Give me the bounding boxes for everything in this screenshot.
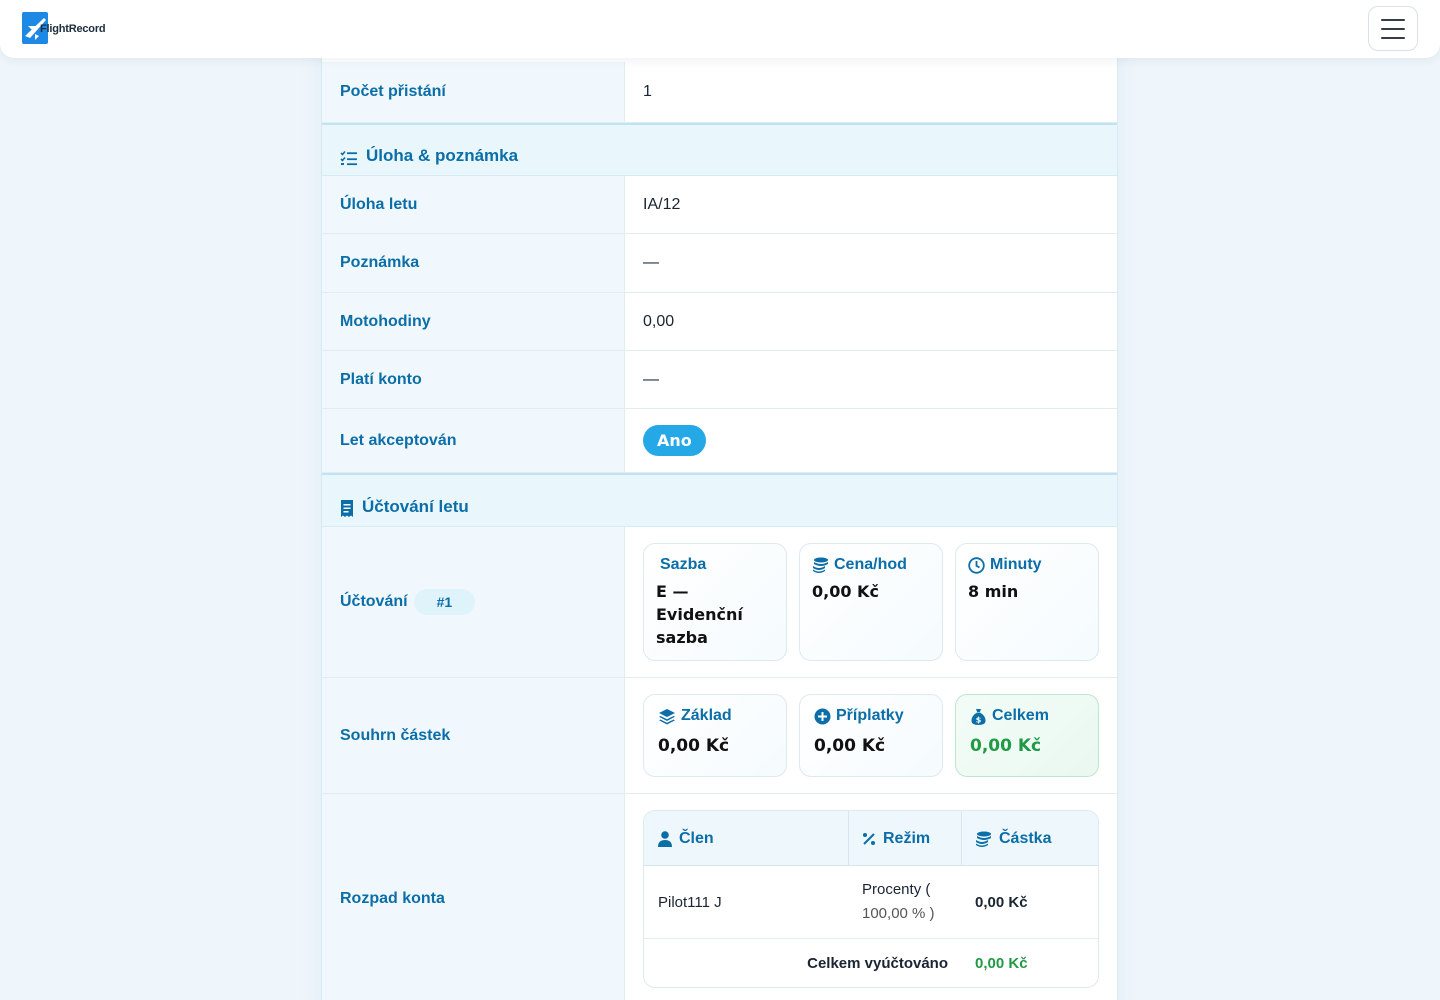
section-title: Účtování letu [362, 497, 469, 516]
mode-cell-line1: Procenty ( [862, 881, 931, 898]
mode-cell-line2: 100,00 % ) [862, 905, 935, 922]
note-label: Poznámka [322, 234, 625, 292]
price-per-hour-value: 0,00 Kč [812, 582, 879, 601]
note-value: — [643, 254, 659, 271]
brand-link[interactable]: FlightRecord [22, 12, 106, 44]
section-task-note: Úloha & poznámka [322, 123, 1117, 176]
breakdown-label: Rozpad konta [322, 794, 625, 1000]
total-label: Celkem [992, 707, 1049, 724]
breakdown-table: Člen Režim Částka Pilot111 J Procenty (… [643, 810, 1099, 988]
billed-total-value: 0,00 Kč [975, 955, 1028, 972]
surcharges-label: Příplatky [836, 707, 904, 724]
section-billing: Účtování letu [322, 473, 1117, 527]
row-engine-hours: Motohodiny 0,00 [322, 293, 1117, 351]
section-title: Úloha & poznámka [366, 146, 519, 165]
menu-toggle-button[interactable] [1368, 6, 1418, 51]
money-bag-icon: $ [971, 708, 986, 725]
row-summary: Souhrn částek Základ 0,00 Kč Příplatky 0… [322, 678, 1117, 794]
row-task: Úloha letu IA/12 [322, 176, 1117, 234]
billed-total-label: Celkem vyúčtováno [807, 955, 948, 972]
amount-column-header[interactable]: Částka [975, 811, 1051, 866]
breakdown-table-header: Člen Režim Částka [644, 811, 1098, 866]
coins-icon [976, 831, 991, 847]
user-icon [658, 830, 672, 847]
table-row: Pilot111 J Procenty ( 100,00 % ) 0,00 Kč [644, 866, 1098, 939]
mode-column-header[interactable]: Režim [862, 811, 930, 866]
task-label: Úloha letu [322, 176, 625, 233]
coins-icon [813, 557, 828, 573]
layers-icon [659, 708, 675, 724]
list-check-icon [340, 150, 357, 166]
row-landings: Počet přistání 1 [322, 62, 1117, 123]
rate-tile: Sazba E — Evidenční sazba [643, 543, 787, 661]
price-per-hour-label: Cena/hod [834, 556, 907, 573]
minutes-tile: Minuty 8 min [955, 543, 1099, 661]
rate-value: E — Evidenční sazba [656, 582, 743, 647]
receipt-icon [341, 500, 353, 517]
price-per-hour-tile: Cena/hod 0,00 Kč [799, 543, 943, 661]
svg-text:$: $ [976, 715, 982, 724]
base-value: 0,00 Kč [658, 736, 730, 756]
engine-hours-label: Motohodiny [322, 293, 625, 350]
total-tile: $ Celkem 0,00 Kč [955, 694, 1099, 777]
minutes-label: Minuty [990, 556, 1042, 573]
surcharges-value: 0,00 Kč [814, 736, 886, 756]
billing-number-badge: #1 [413, 589, 476, 615]
navbar: FlightRecord [0, 0, 1440, 58]
minutes-value: 8 min [968, 582, 1019, 601]
clock-icon [968, 556, 985, 574]
summary-label: Souhrn částek [322, 678, 625, 793]
amount-cell: 0,00 Kč [975, 894, 1028, 911]
member-column-header[interactable]: Člen [658, 811, 714, 866]
landings-value: 1 [643, 83, 652, 100]
row-billing: Účtování #1 Sazba E — Evidenční sazba Ce… [322, 527, 1117, 678]
paying-account-value: — [643, 370, 659, 388]
row-note: Poznámka — [322, 234, 1117, 293]
breakdown-total-row: Celkem vyúčtováno 0,00 Kč [644, 939, 1098, 987]
landings-label: Počet přistání [322, 62, 625, 122]
engine-hours-value: 0,00 [643, 312, 675, 330]
percent-icon [863, 832, 875, 845]
surcharges-tile: Příplatky 0,00 Kč [799, 694, 943, 777]
base-label: Základ [681, 707, 732, 724]
hamburger-icon [1381, 18, 1405, 21]
base-tile: Základ 0,00 Kč [643, 694, 787, 777]
billing-label: Účtování [340, 593, 408, 610]
flight-detail-card: Počet přistání 1 Úloha & poznámka Úloha … [321, 40, 1118, 1000]
accepted-badge: Ano [643, 425, 706, 456]
brand-name: FlightRecord [40, 23, 106, 35]
total-value: 0,00 Kč [970, 736, 1042, 756]
accepted-label: Let akceptován [322, 409, 625, 472]
rate-label: Sazba [660, 556, 707, 573]
row-breakdown: Rozpad konta Člen Režim Částka Pilot111 … [322, 794, 1117, 1000]
task-value: IA/12 [643, 195, 681, 213]
row-paying-account: Platí konto — [322, 351, 1117, 409]
row-accepted: Let akceptován Ano [322, 409, 1117, 473]
paying-account-label: Platí konto [322, 351, 625, 408]
plus-circle-icon [814, 708, 831, 724]
member-cell: Pilot111 J [658, 894, 722, 911]
